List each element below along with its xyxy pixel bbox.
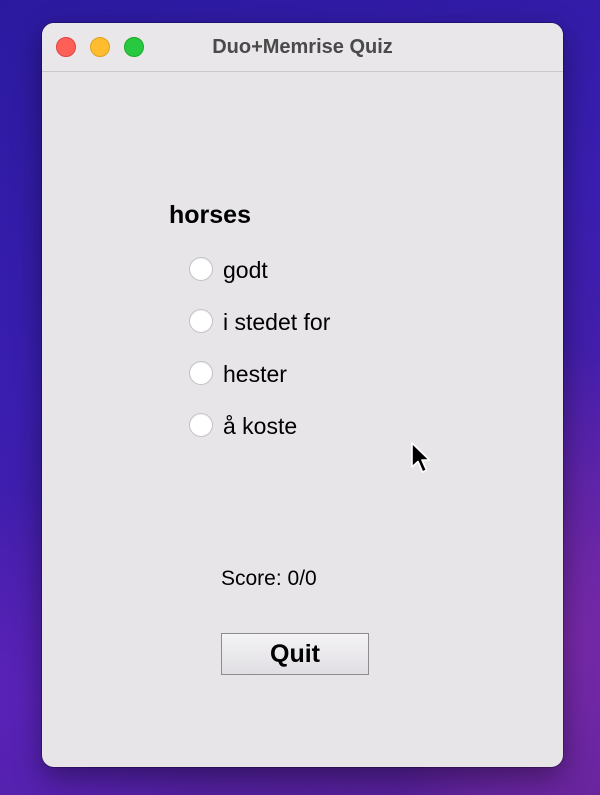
quiz-window: Duo+Memrise Quiz horses godt i stedet fo…	[42, 23, 563, 767]
radio-button[interactable]	[189, 309, 213, 333]
score-label: Score: 0/0	[221, 567, 317, 590]
radio-button[interactable]	[189, 361, 213, 385]
window-title: Duo+Memrise Quiz	[212, 36, 393, 58]
option-label[interactable]: hester	[223, 359, 287, 389]
question-word: horses	[169, 201, 251, 229]
quit-button[interactable]: Quit	[221, 633, 369, 675]
radio-button[interactable]	[189, 413, 213, 437]
title-bar: Duo+Memrise Quiz	[42, 23, 563, 72]
option-label[interactable]: å koste	[223, 411, 297, 441]
option-label[interactable]: godt	[223, 255, 268, 285]
radio-button[interactable]	[189, 257, 213, 281]
mouse-pointer-icon	[411, 442, 431, 473]
option-label[interactable]: i stedet for	[223, 307, 330, 337]
